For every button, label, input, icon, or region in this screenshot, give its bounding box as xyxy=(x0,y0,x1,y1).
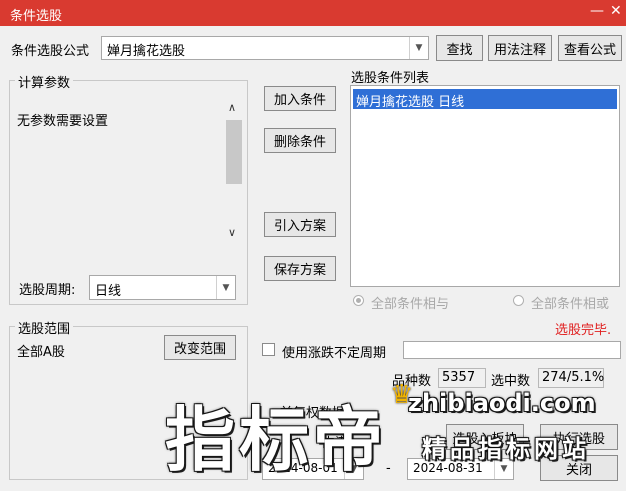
scroll-up-icon[interactable]: ∧ xyxy=(228,101,236,114)
change-range-button[interactable]: 改变范围 xyxy=(164,335,236,360)
selected-label: 选中数 xyxy=(491,374,531,389)
minimize-icon[interactable]: — xyxy=(590,3,604,19)
condition-item-label: 婵月擒花选股 日线 xyxy=(356,95,465,110)
condition-list-title: 选股条件列表 xyxy=(351,71,430,86)
range-value: 全部A股 xyxy=(17,345,65,360)
search-button[interactable]: 查找 xyxy=(436,35,483,61)
view-formula-button[interactable]: 查看公式 xyxy=(558,35,622,61)
delete-condition-button[interactable]: 删除条件 xyxy=(264,128,336,153)
or-label: 全部条件相或 xyxy=(531,297,610,312)
selected-value: 274/5.1% xyxy=(538,368,604,388)
and-label: 全部条件相与 xyxy=(371,297,450,312)
or-radio[interactable] xyxy=(513,295,524,306)
period-input[interactable] xyxy=(403,341,621,359)
period-combobox[interactable]: 日线 ▼ xyxy=(89,275,236,300)
close-icon[interactable]: ✕ xyxy=(610,3,622,19)
use-period-checkbox[interactable] xyxy=(262,343,275,356)
condition-list[interactable]: 婵月擒花选股 日线 xyxy=(350,85,620,287)
scroll-down-icon[interactable]: ∨ xyxy=(228,226,236,239)
status-text: 选股完毕. xyxy=(555,323,612,338)
save-scheme-button[interactable]: 保存方案 xyxy=(264,256,336,281)
scroll-thumb[interactable] xyxy=(226,120,242,184)
chevron-down-icon[interactable]: ▼ xyxy=(216,276,235,299)
usage-notes-button[interactable]: 用法注释 xyxy=(488,35,552,61)
params-text: 无参数需要设置 xyxy=(17,114,109,129)
range-title: 选股范围 xyxy=(15,318,74,337)
import-scheme-button[interactable]: 引入方案 xyxy=(264,212,336,237)
period-label: 选股周期: xyxy=(19,283,76,298)
chevron-down-icon[interactable]: ▼ xyxy=(409,37,428,59)
formula-label: 条件选股公式 xyxy=(11,44,90,59)
window-title: 条件选股 xyxy=(10,9,63,24)
add-condition-button[interactable]: 加入条件 xyxy=(264,86,336,111)
stock-count-value: 5357 xyxy=(438,368,486,388)
and-radio[interactable] xyxy=(353,295,364,306)
formula-combobox[interactable]: 婵月擒花选股 ▼ xyxy=(101,36,429,60)
use-period-label: 使用涨跌不定周期 xyxy=(282,346,387,361)
watermark-site: 精品指标网站 xyxy=(422,435,590,463)
period-value: 日线 xyxy=(95,284,122,299)
watermark-logo: 指标帝 xyxy=(165,399,387,481)
formula-value: 婵月擒花选股 xyxy=(107,44,186,59)
list-item[interactable]: 婵月擒花选股 日线 xyxy=(353,89,617,110)
params-scrollbar[interactable]: ∧ ∨ xyxy=(225,98,243,248)
params-title: 计算参数 xyxy=(15,72,74,91)
title-bar: 条件选股 — ✕ xyxy=(0,0,626,26)
watermark-url: zhibiaodi.com xyxy=(408,389,596,417)
